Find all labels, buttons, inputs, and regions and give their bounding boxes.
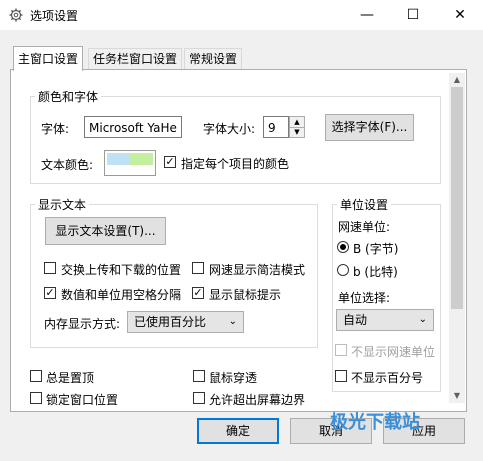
allow-offscreen-label: 允许超出屏幕边界 [209,393,306,407]
text-color-swatch[interactable] [104,150,156,176]
lock-position-checkbox[interactable] [30,392,42,404]
color-swatch-1 [107,153,130,165]
chevron-down-icon: ⌄ [418,314,427,325]
title-bar: 选项设置 — ☐ ✕ [0,0,483,30]
maximize-button[interactable]: ☐ [390,0,436,30]
scroll-up-icon[interactable]: ▲ [449,73,465,87]
memory-display-select[interactable]: 已使用百分比 ⌄ [127,311,244,333]
memory-display-label: 内存显示方式: [44,317,121,331]
radio-bits-label: b (比特) [353,265,398,279]
mouse-tooltip-label: 显示鼠标提示 [209,288,282,302]
display-text-group-title: 显示文本 [35,196,90,213]
watermark-logo: 极光下载站 [330,412,420,433]
tab-general[interactable]: 常规设置 [184,48,243,69]
scroll-down-icon[interactable]: ▼ [449,389,465,403]
radio-bytes-dot [340,244,346,250]
display-text-settings-button[interactable]: 显示文本设置(T)... [45,217,166,245]
per-item-color-checkbox[interactable]: ✓ [164,156,176,168]
per-item-color-label: 指定每个项目的颜色 [181,157,290,171]
units-group-title: 单位设置 [337,196,392,213]
mouse-through-label: 鼠标穿透 [209,371,258,385]
mouse-through-checkbox[interactable] [193,370,205,382]
unit-select[interactable]: 自动 ⌄ [336,309,434,331]
choose-font-button[interactable]: 选择字体(F)... [325,114,414,141]
font-size-field[interactable]: 9 [263,116,289,138]
tab-main-window[interactable]: 主窗口设置 [13,46,84,71]
always-on-top-checkbox[interactable] [30,370,42,382]
hide-percent-label: 不显示百分号 [351,371,424,385]
space-separator-label: 数值和单位用空格分隔 [61,288,182,302]
mouse-tooltip-checkbox[interactable]: ✓ [192,287,204,299]
radio-bytes-label: B (字节) [353,242,399,256]
hide-percent-checkbox[interactable] [335,370,347,382]
lock-position-label: 锁定窗口位置 [46,393,119,407]
tab-taskbar-window[interactable]: 任务栏窗口设置 [88,48,183,69]
simple-mode-checkbox[interactable] [192,262,204,274]
allow-offscreen-checkbox[interactable] [193,392,205,404]
font-name-field[interactable]: Microsoft YaHe [84,116,182,138]
close-button[interactable]: ✕ [437,0,483,30]
hide-speed-unit-checkbox[interactable] [335,344,347,356]
text-color-label: 文本颜色: [41,158,94,172]
unit-select-value: 自动 [343,313,368,327]
minimize-button[interactable]: — [344,0,390,30]
chevron-down-icon: ⌄ [228,316,237,327]
scrollbar-thumb[interactable] [451,87,463,309]
swap-upload-download-checkbox[interactable] [44,262,56,274]
font-size-label: 字体大小: [203,122,256,136]
always-on-top-label: 总是置顶 [46,371,95,385]
color-swatch-2 [130,153,153,165]
gear-icon [9,8,23,22]
hide-speed-unit-label: 不显示网速单位 [351,345,436,359]
simple-mode-label: 网速显示简洁模式 [209,263,306,277]
color-font-group-title: 颜色和字体 [35,88,102,105]
ok-button[interactable]: 确定 [197,418,279,444]
font-label: 字体: [41,122,70,136]
unit-select-label: 单位选择: [338,291,391,305]
space-separator-checkbox[interactable]: ✓ [44,287,56,299]
window-title: 选项设置 [30,9,79,23]
font-size-spinner[interactable]: ▲ ▼ [289,116,305,138]
memory-display-value: 已使用百分比 [134,315,207,329]
radio-bytes[interactable] [337,241,349,253]
speed-unit-label: 网速单位: [338,220,391,234]
radio-bits[interactable] [337,264,349,276]
spin-down-icon[interactable]: ▼ [290,127,304,137]
swap-upload-download-label: 交换上传和下载的位置 [61,263,182,277]
